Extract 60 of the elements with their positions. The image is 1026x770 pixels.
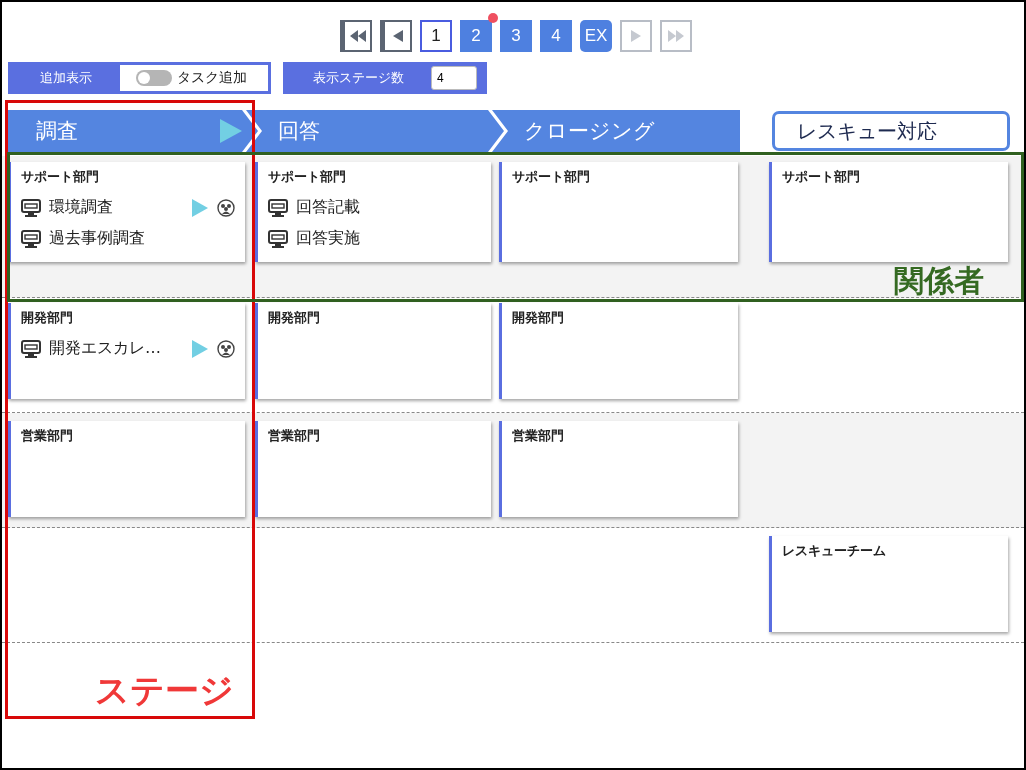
play-icon[interactable]	[192, 198, 208, 217]
department-card[interactable]: 営業部門	[8, 421, 245, 517]
page-number-button[interactable]: 2	[460, 20, 492, 52]
people-icon[interactable]	[217, 198, 235, 217]
monitor-icon	[268, 198, 288, 217]
play-icon[interactable]	[192, 339, 208, 358]
monitor-icon	[21, 198, 41, 217]
department-name: 営業部門	[21, 427, 74, 445]
department-name: レスキューチーム	[782, 542, 887, 560]
department-card[interactable]: 営業部門	[499, 421, 738, 517]
task-name[interactable]: 過去事例調査	[49, 228, 235, 249]
monitor-icon	[268, 229, 288, 248]
stage-count-input[interactable]: 4	[431, 66, 477, 90]
department-name: サポート部門	[21, 168, 100, 186]
page-number-button[interactable]: 3	[500, 20, 532, 52]
page-number-button[interactable]: 4	[540, 20, 572, 52]
double-right-arrow-icon	[668, 30, 684, 42]
stage-header[interactable]: 調査	[8, 110, 258, 152]
department-card[interactable]: 開発部門 開発エスカレ…	[8, 303, 245, 399]
right-arrow-icon	[631, 30, 641, 42]
toggle-switch[interactable]	[136, 70, 172, 86]
task-name[interactable]: 開発エスカレ…	[49, 338, 192, 359]
panel-label: 追加表示	[38, 69, 93, 87]
department-name: 営業部門	[512, 427, 565, 445]
department-card[interactable]: サポート部門 環境調査 過去事例調査	[8, 162, 245, 262]
department-name: サポート部門	[268, 168, 347, 186]
department-card[interactable]: 開発部門	[255, 303, 491, 399]
monitor-icon	[21, 229, 41, 248]
department-name: サポート部門	[782, 168, 861, 186]
department-name: 営業部門	[268, 427, 321, 445]
department-card[interactable]: 営業部門	[255, 421, 491, 517]
stage-header[interactable]: クロージング	[492, 110, 740, 152]
monitor-icon	[21, 339, 41, 358]
ex-button[interactable]: EX	[580, 20, 612, 52]
department-card[interactable]: レスキューチーム	[769, 536, 1008, 632]
toggle-field[interactable]: タスク追加	[120, 65, 268, 91]
department-card[interactable]: サポート部門	[499, 162, 738, 262]
toggle-label: タスク追加	[177, 69, 247, 87]
department-name: 開発部門	[268, 309, 321, 327]
task-name[interactable]: 環境調査	[49, 197, 192, 218]
department-card[interactable]: サポート部門 回答記載 回答実施	[255, 162, 491, 262]
department-card[interactable]: 開発部門	[499, 303, 738, 399]
department-name: 開発部門	[512, 309, 565, 327]
task-name[interactable]: 回答実施	[296, 228, 481, 249]
play-icon	[220, 119, 242, 143]
people-icon[interactable]	[217, 339, 235, 358]
stage-header[interactable]: 回答	[246, 110, 504, 152]
double-left-arrow-icon	[349, 30, 366, 42]
first-page-button[interactable]	[340, 20, 372, 52]
department-name: サポート部門	[512, 168, 591, 186]
stakeholder-annotation: 関係者	[894, 262, 984, 300]
prev-page-button[interactable]	[380, 20, 412, 52]
department-name: 開発部門	[21, 309, 74, 327]
rescue-stage-header[interactable]: レスキュー対応	[772, 111, 1010, 151]
task-name[interactable]: 回答記載	[296, 197, 481, 218]
left-arrow-icon	[392, 30, 403, 42]
panel-label: 表示ステージ数	[312, 69, 405, 87]
department-card[interactable]: サポート部門	[769, 162, 1008, 262]
page-number-button[interactable]: 1	[420, 20, 452, 52]
stage-annotation: ステージ	[95, 669, 234, 712]
